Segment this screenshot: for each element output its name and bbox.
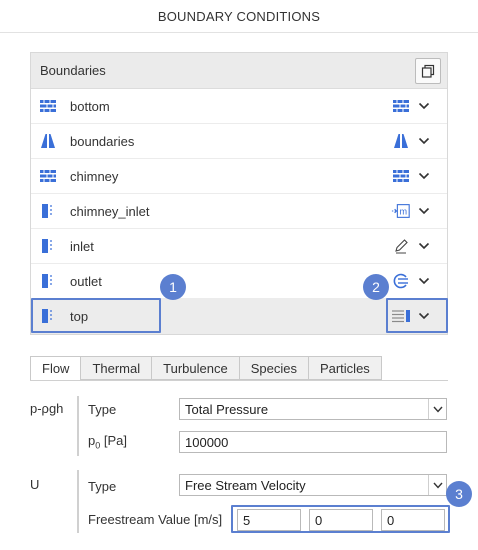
callout-box-1 xyxy=(31,298,161,333)
tab-underline xyxy=(30,380,448,381)
u-type-select[interactable]: Free Stream Velocity xyxy=(179,474,447,496)
callout-box-3 xyxy=(231,505,450,533)
boundary-label: chimney xyxy=(70,169,119,184)
mass-flow-inlet-icon[interactable]: m xyxy=(391,202,411,220)
boundary-row-chimney-inlet[interactable]: chimney_inlet m xyxy=(31,194,447,229)
boundaries-title: Boundaries xyxy=(40,63,106,78)
boundary-row-inlet[interactable]: inlet xyxy=(31,229,447,264)
tab-bar: Flow Thermal Turbulence Species Particle… xyxy=(30,356,382,381)
symmetry-icon[interactable] xyxy=(391,132,411,150)
boundary-label: inlet xyxy=(70,239,94,254)
pencil-icon[interactable] xyxy=(391,237,411,255)
freestream-label: Freestream Value [m/s] xyxy=(88,512,223,527)
p0-label-unit: [Pa] xyxy=(100,433,127,448)
boundary-label: boundaries xyxy=(70,134,135,149)
callout-badge-1: 1 xyxy=(160,274,186,300)
boundary-label: outlet xyxy=(70,274,102,289)
tab-particles[interactable]: Particles xyxy=(308,356,382,380)
u-group-label: U xyxy=(30,477,40,492)
p0-input-value: 100000 xyxy=(185,434,229,450)
header-divider xyxy=(0,32,478,33)
svg-text:m: m xyxy=(399,207,407,217)
symmetry-icon xyxy=(40,133,56,149)
patch-icon xyxy=(40,273,56,289)
outflow-icon[interactable] xyxy=(391,272,411,290)
copy-icon xyxy=(421,64,435,78)
callout-box-2 xyxy=(386,298,448,333)
callout-badge-3: 3 xyxy=(446,481,472,507)
chevron-down-icon xyxy=(428,475,446,495)
p-type-value: Total Pressure xyxy=(185,401,269,417)
boundary-label: chimney_inlet xyxy=(70,204,150,219)
chevron-down-icon[interactable] xyxy=(417,134,431,148)
wall-icon[interactable] xyxy=(391,167,411,185)
p-group-label: p-ρgh xyxy=(30,401,64,416)
p-type-select[interactable]: Total Pressure xyxy=(179,398,447,420)
wall-icon xyxy=(40,168,56,184)
chevron-down-icon[interactable] xyxy=(417,204,431,218)
p-type-label: Type xyxy=(88,402,117,417)
u-type-value: Free Stream Velocity xyxy=(185,477,306,493)
boundary-row-chimney[interactable]: chimney xyxy=(31,159,447,194)
chevron-down-icon[interactable] xyxy=(417,239,431,253)
tab-species[interactable]: Species xyxy=(239,356,309,380)
u-type-label: Type xyxy=(88,479,117,494)
patch-icon xyxy=(40,203,56,219)
u-group-bar xyxy=(77,470,79,533)
boundary-label: bottom xyxy=(70,99,110,114)
copy-button[interactable] xyxy=(415,57,441,84)
patch-icon xyxy=(40,238,56,254)
tab-thermal[interactable]: Thermal xyxy=(81,356,153,380)
panel-title-text: BOUNDARY CONDITIONS xyxy=(157,8,321,24)
wall-icon[interactable] xyxy=(391,97,411,115)
chevron-down-icon[interactable] xyxy=(417,274,431,288)
wall-icon xyxy=(40,98,56,114)
p0-label: p0 [Pa] xyxy=(88,433,127,451)
boundary-row-boundaries[interactable]: boundaries xyxy=(31,124,447,159)
panel-title: BOUNDARY CONDITIONS xyxy=(0,0,478,32)
chevron-down-icon[interactable] xyxy=(417,99,431,113)
p-group-bar xyxy=(77,396,79,456)
chevron-down-icon[interactable] xyxy=(417,169,431,183)
tab-turbulence[interactable]: Turbulence xyxy=(152,356,240,380)
p0-input[interactable]: 100000 xyxy=(179,431,447,453)
callout-badge-2: 2 xyxy=(363,274,389,300)
boundaries-header: Boundaries xyxy=(31,53,447,89)
tab-flow[interactable]: Flow xyxy=(30,356,82,381)
chevron-down-icon xyxy=(428,399,446,419)
boundary-row-bottom[interactable]: bottom xyxy=(31,89,447,124)
